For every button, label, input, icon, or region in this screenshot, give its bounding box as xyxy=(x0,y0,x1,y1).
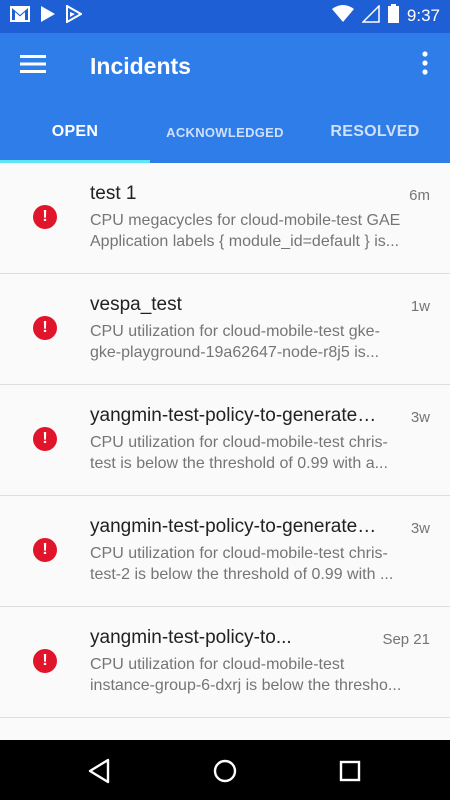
incident-description: CPU utilization for cloud-mobile-test ch… xyxy=(90,432,430,474)
incident-name: yangmin-test-policy-to-generates... xyxy=(90,405,378,426)
alert-icon: ! xyxy=(33,427,57,451)
incident-name: test 1 xyxy=(90,183,137,204)
tab-resolved[interactable]: RESOLVED xyxy=(300,101,450,163)
incident-description-line: instance-group-6-dxrj is below the thres… xyxy=(90,677,402,694)
incident-row[interactable]: ! yangmin-test-policy-to-generates... 3w… xyxy=(0,496,450,607)
incident-description-line: test-2 is below the threshold of 0.99 wi… xyxy=(90,566,394,583)
incident-description-line: Application labels { module_id=default }… xyxy=(90,233,400,250)
incident-description-line: CPU utilization for cloud-mobile-test xyxy=(90,656,345,673)
incident-description-line: test is below the threshold of 0.99 with… xyxy=(90,455,388,472)
play-store-icon xyxy=(40,5,56,28)
play-store-outline-icon xyxy=(66,4,84,28)
incident-description: CPU megacycles for cloud-mobile-test GAE… xyxy=(90,210,430,252)
incident-name: yangmin-test-policy-to... xyxy=(90,627,292,648)
incident-description-line: CPU megacycles for cloud-mobile-test GAE xyxy=(90,212,401,229)
alert-icon: ! xyxy=(33,316,57,340)
incident-time: 3w xyxy=(410,520,430,537)
recents-icon[interactable] xyxy=(337,758,363,784)
app-bar: Incidents xyxy=(0,33,450,101)
status-bar: 9:37 xyxy=(0,0,450,33)
tab-acknowledged[interactable]: ACKNOWLEDGED xyxy=(150,101,300,163)
incident-description: CPU utilization for cloud-mobile-test ch… xyxy=(90,543,430,585)
incident-description-line: CPU utilization for cloud-mobile-test ch… xyxy=(90,545,388,562)
alert-icon: ! xyxy=(33,649,57,673)
tab-bar: OPEN ACKNOWLEDGED RESOLVED xyxy=(0,101,450,163)
signal-icon xyxy=(361,3,380,28)
incident-list: ! test 1 6m CPU megacycles for cloud-mob… xyxy=(0,163,450,718)
home-icon[interactable] xyxy=(212,758,238,784)
wifi-icon xyxy=(331,4,354,28)
incident-name: vespa_test xyxy=(90,294,182,315)
more-vert-icon[interactable] xyxy=(422,51,432,81)
incident-description: CPU utilization for cloud-mobile-test in… xyxy=(90,654,430,696)
tab-open[interactable]: OPEN xyxy=(0,101,150,163)
alert-icon: ! xyxy=(33,205,57,229)
incident-description-line: CPU utilization for cloud-mobile-test gk… xyxy=(90,323,380,340)
gmail-icon xyxy=(10,6,30,27)
incident-time: 6m xyxy=(409,187,430,204)
back-icon[interactable] xyxy=(86,758,112,784)
battery-icon xyxy=(387,4,399,28)
incident-name: yangmin-test-policy-to-generates... xyxy=(90,516,378,537)
incident-row[interactable]: ! yangmin-test-policy-to... Sep 21 CPU u… xyxy=(0,607,450,718)
incident-row[interactable]: ! vespa_test 1w CPU utilization for clou… xyxy=(0,274,450,385)
incident-time: 3w xyxy=(410,409,430,426)
incident-row[interactable]: ! test 1 6m CPU megacycles for cloud-mob… xyxy=(0,163,450,274)
hamburger-menu-icon[interactable] xyxy=(20,54,50,80)
alert-icon: ! xyxy=(33,538,57,562)
incident-description-line: CPU utilization for cloud-mobile-test ch… xyxy=(90,434,388,451)
incident-time: 1w xyxy=(410,298,430,315)
incident-row[interactable]: ! yangmin-test-policy-to-generates... 3w… xyxy=(0,385,450,496)
status-time: 9:37 xyxy=(406,6,440,25)
system-nav-bar xyxy=(0,740,450,800)
incident-description-line: gke-playground-19a62647-node-r8j5 is... xyxy=(90,344,380,361)
page-title: Incidents xyxy=(90,53,191,79)
incident-time: Sep 21 xyxy=(382,631,430,648)
incident-description: CPU utilization for cloud-mobile-test gk… xyxy=(90,321,430,363)
